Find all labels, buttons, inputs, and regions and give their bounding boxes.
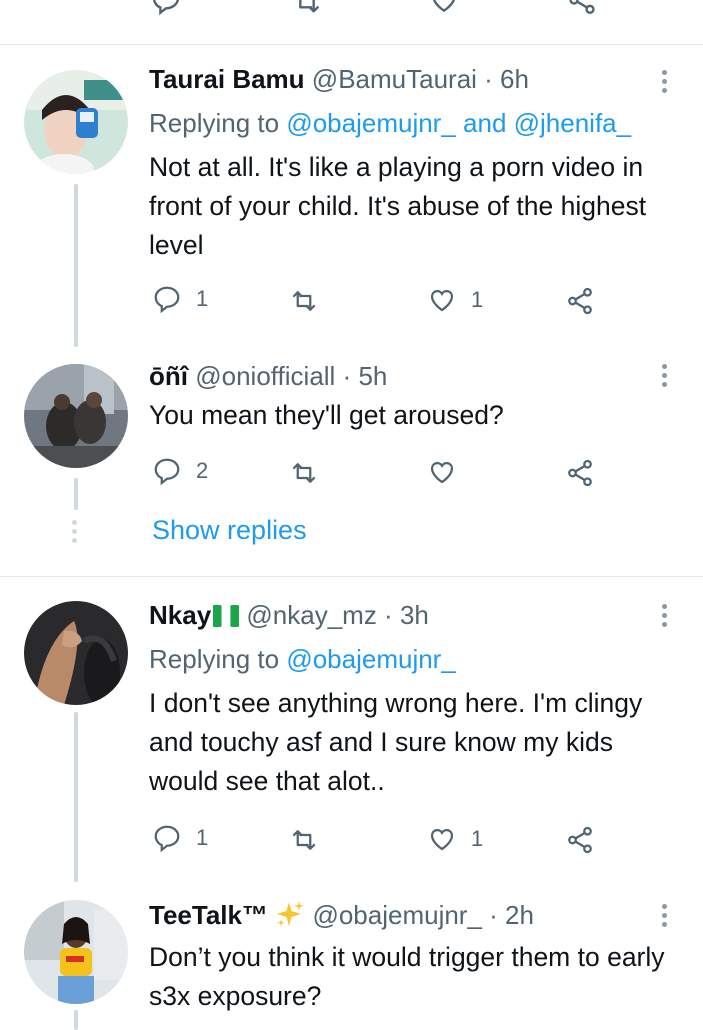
reply-icon bbox=[154, 825, 180, 853]
share-icon bbox=[568, 287, 592, 315]
reply-icon[interactable] bbox=[150, 0, 182, 16]
thread-line bbox=[74, 478, 78, 510]
divider bbox=[0, 44, 703, 45]
share-button[interactable] bbox=[565, 825, 595, 855]
share-button[interactable] bbox=[565, 458, 595, 488]
mention-link[interactable]: @obajemujnr_ bbox=[286, 644, 455, 674]
share-icon bbox=[568, 459, 592, 487]
avatar[interactable] bbox=[24, 900, 128, 1004]
share-icon[interactable] bbox=[566, 0, 598, 16]
user-handle[interactable]: @nkay_mz bbox=[246, 600, 376, 630]
timestamp[interactable]: 5h bbox=[358, 361, 387, 391]
tweet-text: You mean they'll get aroused? bbox=[149, 400, 504, 430]
timestamp[interactable]: 2h bbox=[505, 900, 534, 930]
reply-button[interactable]: 2 bbox=[152, 456, 208, 486]
separator: · bbox=[481, 900, 506, 930]
replying-to-label: Replying to bbox=[149, 644, 287, 674]
display-name[interactable]: Nkay bbox=[149, 600, 211, 630]
thread-continuation-dots bbox=[72, 520, 78, 547]
reply-button[interactable]: 1 bbox=[152, 284, 208, 314]
like-icon[interactable] bbox=[428, 0, 460, 16]
share-button[interactable] bbox=[565, 286, 595, 316]
more-options-icon[interactable] bbox=[658, 904, 670, 931]
user-handle[interactable]: @obajemujnr_ bbox=[312, 900, 481, 930]
tweet-header: Taurai Bamu @BamuTaurai · 6h bbox=[149, 64, 529, 94]
retweet-icon bbox=[292, 830, 316, 850]
like-count: 1 bbox=[471, 287, 484, 312]
show-replies-link[interactable]: Show replies bbox=[152, 515, 307, 546]
like-count: 1 bbox=[471, 826, 484, 851]
retweet-icon bbox=[292, 463, 316, 483]
separator: · bbox=[376, 600, 400, 630]
avatar[interactable] bbox=[24, 601, 128, 705]
like-button[interactable] bbox=[427, 457, 457, 487]
tweet-text: Not at all. It's like a playing a porn v… bbox=[149, 152, 647, 260]
reply-icon bbox=[154, 286, 180, 314]
avatar[interactable] bbox=[24, 70, 128, 174]
user-handle[interactable]: @oniofficiall bbox=[195, 361, 335, 391]
replying-to: Replying to @obajemujnr_ and @jhenifa_ bbox=[149, 108, 631, 138]
display-name[interactable]: Taurai Bamu bbox=[149, 64, 305, 94]
display-name[interactable]: TeeTalk™ bbox=[149, 900, 268, 930]
tweet-header: TeeTalk™ @obajemujnr_ · 2h bbox=[149, 900, 534, 930]
like-icon bbox=[430, 828, 454, 851]
divider bbox=[0, 576, 703, 577]
retweet-icon bbox=[292, 291, 316, 311]
reply-count: 1 bbox=[196, 286, 209, 311]
retweet-icon[interactable] bbox=[291, 0, 323, 18]
tweet-text: I don't see anything wrong here. I'm cli… bbox=[149, 688, 643, 796]
timestamp[interactable]: 3h bbox=[400, 600, 429, 630]
mention-link[interactable]: @obajemujnr_ bbox=[286, 108, 455, 138]
retweet-button[interactable] bbox=[289, 286, 319, 316]
reply-count: 1 bbox=[196, 825, 209, 850]
thread-line bbox=[74, 712, 78, 882]
like-button[interactable]: 1 bbox=[427, 824, 483, 854]
like-button[interactable]: 1 bbox=[427, 285, 483, 315]
tweet-header: ōñî @oniofficiall · 5h bbox=[149, 361, 387, 391]
more-options-icon[interactable] bbox=[658, 70, 670, 97]
share-icon bbox=[568, 826, 592, 854]
avatar[interactable] bbox=[24, 364, 128, 468]
replying-to-label: Replying to bbox=[149, 108, 287, 138]
mention-link[interactable]: @jhenifa_ bbox=[514, 108, 631, 138]
tweet-header: Nkay @nkay_mz · 3h bbox=[149, 600, 429, 630]
reply-count: 2 bbox=[196, 458, 209, 483]
sparkles-icon bbox=[275, 900, 305, 928]
nigeria-flag-icon bbox=[213, 603, 240, 627]
separator: · bbox=[335, 361, 359, 391]
previous-tweet-actions bbox=[0, 0, 703, 22]
user-handle[interactable]: @BamuTaurai bbox=[312, 64, 477, 94]
reply-button[interactable]: 1 bbox=[152, 823, 208, 853]
display-name[interactable]: ōñî bbox=[149, 361, 188, 391]
like-icon bbox=[430, 461, 454, 484]
separator: · bbox=[476, 64, 501, 94]
timestamp[interactable]: 6h bbox=[500, 64, 529, 94]
thread-line bbox=[74, 1010, 78, 1030]
replying-to: Replying to @obajemujnr_ bbox=[149, 644, 456, 674]
more-options-icon[interactable] bbox=[658, 364, 670, 391]
reply-icon bbox=[154, 458, 180, 486]
like-icon bbox=[430, 289, 454, 312]
more-options-icon[interactable] bbox=[658, 604, 670, 631]
mention-joiner: and bbox=[455, 108, 514, 138]
thread-line bbox=[74, 184, 78, 347]
retweet-button[interactable] bbox=[289, 458, 319, 488]
tweet-text: Don’t you think it would trigger them to… bbox=[149, 942, 665, 1011]
retweet-button[interactable] bbox=[289, 825, 319, 855]
